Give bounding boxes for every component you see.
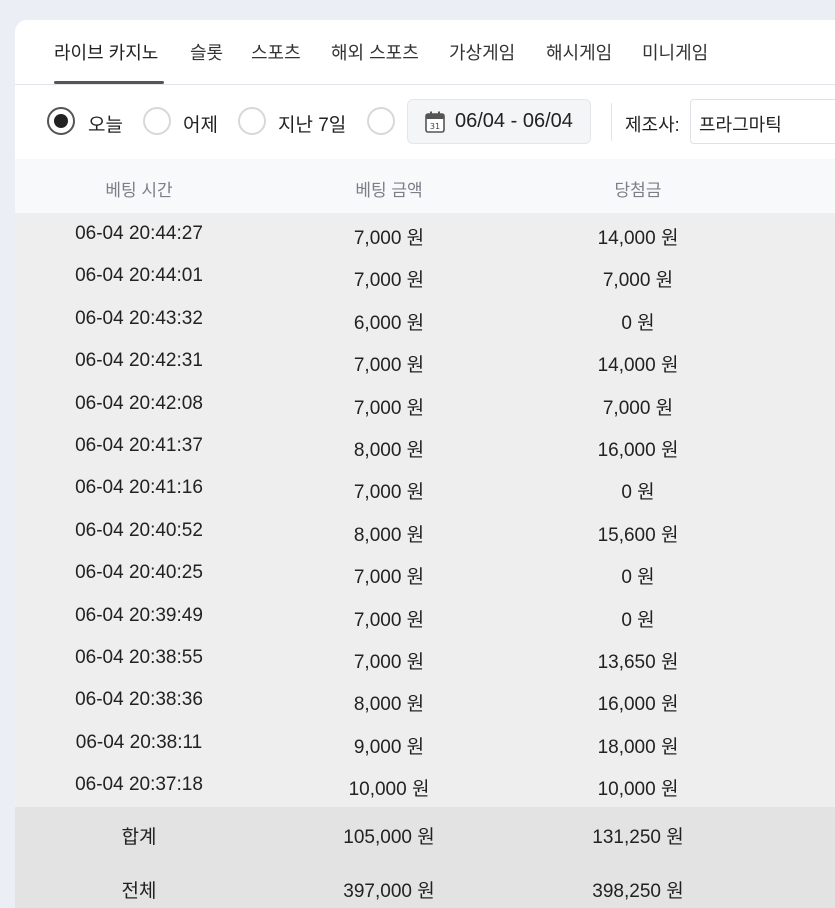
cell-bet-amount: 9,000 원 (353, 736, 425, 758)
header-win-amount: 당첨금 (614, 181, 662, 200)
radio-today-label[interactable]: 오늘 (88, 110, 123, 137)
cell-bet-amount: 6,000 원 (353, 312, 425, 334)
cell-bet-amount: 7,000 원 (353, 482, 425, 504)
total-bet-amount: 397,000 원 (343, 881, 435, 902)
cell-bet-amount: 7,000 원 (353, 397, 425, 419)
radio-last-7-days-label[interactable]: 지난 7일 (278, 110, 346, 137)
maker-label: 제조사: (625, 115, 680, 135)
calendar-icon-day: 31 (430, 122, 440, 131)
table-row: 06-04 20:37:18 10,000 원 10,000 원 (15, 764, 835, 806)
cell-win-amount: 7,000 원 (602, 397, 674, 419)
table-header: 베팅 시간 베팅 금액 당첨금 (15, 159, 835, 213)
maker-select[interactable]: 프라그마틱 (690, 99, 835, 144)
cell-bet-time: 06-04 20:38:11 (75, 731, 203, 753)
cell-bet-time: 06-04 20:43:32 (75, 307, 203, 329)
subtotal-bet-amount: 105,000 원 (343, 827, 435, 848)
cell-bet-time: 06-04 20:42:08 (75, 392, 203, 414)
radio-last-7-days[interactable] (238, 107, 266, 135)
tab-live-casino[interactable]: 라이브 카지노 (54, 39, 158, 65)
table-row: 06-04 20:44:27 7,000 원 14,000 원 (15, 213, 835, 255)
radio-custom-range[interactable] (367, 107, 395, 135)
date-range-text: 06/04 - 06/04 (455, 110, 573, 132)
cell-win-amount: 18,000 원 (597, 736, 679, 758)
cell-bet-time: 06-04 20:41:16 (75, 477, 203, 499)
cell-win-amount: 0 원 (621, 482, 655, 504)
table-footer: 합계 105,000 원 131,250 원 전체 397,000 원 398,… (15, 807, 835, 908)
table-row: 06-04 20:40:25 7,000 원 0 원 (15, 552, 835, 594)
cell-win-amount: 0 원 (621, 609, 655, 631)
header-bet-amount: 베팅 금액 (355, 181, 423, 200)
table-row: 06-04 20:44:01 7,000 원 7,000 원 (15, 255, 835, 297)
tab-virtual-game[interactable]: 가상게임 (449, 39, 515, 65)
tab-overseas-sports[interactable]: 해외 스포츠 (331, 39, 419, 65)
header-bet-time: 베팅 시간 (105, 181, 173, 200)
tab-sports[interactable]: 스포츠 (251, 39, 301, 65)
cell-bet-time: 06-04 20:42:31 (75, 350, 203, 372)
cell-bet-amount: 10,000 원 (348, 779, 430, 801)
cell-win-amount: 7,000 원 (602, 270, 674, 292)
cell-bet-time: 06-04 20:39:49 (75, 604, 203, 626)
cell-bet-time: 06-04 20:38:36 (75, 689, 203, 711)
filter-bar: 오늘 어제 지난 7일 31 06/04 - 06/04 제조사: 프라그마틱 (15, 86, 835, 159)
cell-bet-time: 06-04 20:40:25 (75, 562, 203, 584)
cell-bet-amount: 8,000 원 (353, 694, 425, 716)
cell-bet-amount: 7,000 원 (353, 609, 425, 631)
total-label: 전체 (121, 881, 157, 902)
cell-win-amount: 0 원 (621, 567, 655, 589)
table-row: 06-04 20:41:16 7,000 원 0 원 (15, 467, 835, 509)
cell-win-amount: 16,000 원 (597, 694, 679, 716)
cell-win-amount: 13,650 원 (597, 652, 679, 673)
cell-win-amount: 10,000 원 (597, 779, 679, 801)
radio-yesterday[interactable] (143, 107, 171, 135)
calendar-icon: 31 (425, 111, 445, 133)
tab-slot[interactable]: 슬롯 (190, 39, 223, 65)
cell-bet-amount: 7,000 원 (353, 652, 425, 673)
cell-bet-time: 06-04 20:41:37 (75, 435, 203, 456)
cell-bet-time: 06-04 20:40:52 (75, 519, 203, 541)
cell-bet-time: 06-04 20:44:27 (75, 223, 203, 244)
cell-bet-amount: 8,000 원 (353, 440, 425, 461)
cell-bet-amount: 7,000 원 (353, 355, 425, 377)
cell-bet-time: 06-04 20:44:01 (75, 265, 203, 287)
table-row: 06-04 20:38:55 7,000 원 13,650 원 (15, 637, 835, 679)
total-win-amount: 398,250 원 (592, 881, 684, 902)
radio-today[interactable] (47, 107, 75, 135)
cell-bet-amount: 8,000 원 (353, 524, 425, 546)
active-tab-indicator (54, 81, 164, 84)
table-row: 06-04 20:41:37 8,000 원 16,000 원 (15, 425, 835, 467)
table-row: 06-04 20:38:36 8,000 원 16,000 원 (15, 679, 835, 721)
table-row: 06-04 20:42:08 7,000 원 7,000 원 (15, 383, 835, 425)
cell-bet-amount: 7,000 원 (353, 567, 425, 589)
date-range-picker[interactable]: 31 06/04 - 06/04 (407, 99, 591, 144)
cell-win-amount: 14,000 원 (597, 355, 679, 377)
table-row: 06-04 20:38:11 9,000 원 18,000 원 (15, 722, 835, 764)
subtotal-win-amount: 131,250 원 (592, 827, 684, 848)
cell-win-amount: 0 원 (621, 312, 655, 334)
subtotal-label: 합계 (121, 827, 157, 848)
cell-win-amount: 15,600 원 (597, 524, 679, 546)
table-row: 06-04 20:43:32 6,000 원 0 원 (15, 298, 835, 340)
game-tabs: 라이브 카지노 슬롯 스포츠 해외 스포츠 가상게임 해시게임 미니게임 (15, 20, 835, 85)
table-row: 06-04 20:40:52 8,000 원 15,600 원 (15, 510, 835, 552)
subtotal-row: 합계 105,000 원 131,250 원 (15, 807, 835, 861)
tab-mini-game[interactable]: 미니게임 (642, 39, 708, 65)
cell-bet-amount: 7,000 원 (353, 228, 425, 249)
total-row: 전체 397,000 원 398,250 원 (15, 861, 835, 908)
betting-history-panel: 라이브 카지노 슬롯 스포츠 해외 스포츠 가상게임 해시게임 미니게임 오늘 … (15, 20, 835, 908)
filter-divider (611, 103, 612, 141)
table-body: 06-04 20:44:27 7,000 원 14,000 원 06-04 20… (15, 213, 835, 807)
cell-win-amount: 14,000 원 (597, 228, 679, 249)
cell-bet-time: 06-04 20:37:18 (75, 774, 203, 796)
cell-win-amount: 16,000 원 (597, 440, 679, 461)
tab-hash-game[interactable]: 해시게임 (546, 39, 612, 65)
radio-yesterday-label[interactable]: 어제 (183, 110, 218, 137)
table-row: 06-04 20:39:49 7,000 원 0 원 (15, 595, 835, 637)
cell-bet-time: 06-04 20:38:55 (75, 647, 203, 668)
table-row: 06-04 20:42:31 7,000 원 14,000 원 (15, 340, 835, 382)
cell-bet-amount: 7,000 원 (353, 270, 425, 292)
